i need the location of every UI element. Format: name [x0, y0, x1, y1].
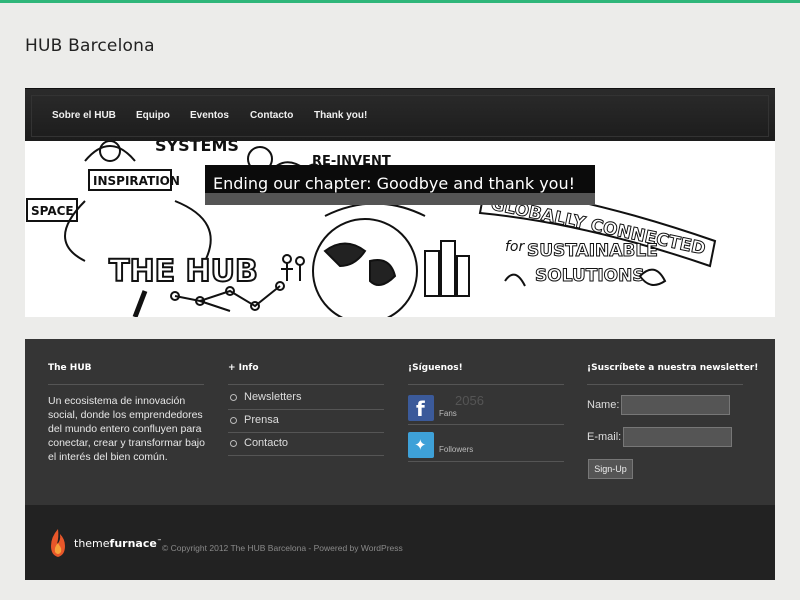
signup-button[interactable]: Sign-Up	[588, 459, 633, 479]
divider	[48, 384, 204, 385]
divider	[408, 384, 564, 385]
sketch-word-the-hub: THE HUB	[109, 254, 258, 289]
nav-item-equipo[interactable]: Equipo	[136, 110, 170, 121]
twitter-row[interactable]: ✦ Followers	[408, 432, 564, 462]
name-label: Name:	[587, 399, 620, 411]
copyright-text: © Copyright 2012 The HUB Barcelona - Pow…	[162, 543, 403, 553]
hero-slider[interactable]: SYSTEMS INSPIRATION RE-INVENT SPACE THE …	[25, 141, 775, 317]
nav-item-sobre-el-hub[interactable]: Sobre el HUB	[52, 110, 116, 121]
top-accent-line	[0, 0, 800, 3]
themefurnace-logo[interactable]: themefurnace™	[74, 537, 162, 550]
name-input[interactable]	[621, 395, 730, 415]
footer-widgets: The HUB Un ecosistema de innovación soci…	[25, 339, 775, 505]
bullet-circle-icon	[230, 440, 237, 447]
bullet-circle-icon	[230, 394, 237, 401]
nav-item-thank-you[interactable]: Thank you!	[314, 110, 367, 121]
link-prensa[interactable]: Prensa	[244, 414, 279, 426]
newsletter-title: ¡Suscríbete a nuestra newsletter!	[587, 363, 759, 373]
about-title: The HUB	[48, 363, 92, 373]
facebook-fans-label: Fans	[439, 409, 457, 418]
sketch-word-space: SPACE	[31, 204, 74, 218]
nav-item-contacto[interactable]: Contacto	[250, 110, 293, 121]
sketch-word-for: for	[505, 239, 525, 255]
sketch-word-inspiration: INSPIRATION	[93, 174, 180, 188]
facebook-fans-count: 2056	[455, 393, 484, 408]
link-newsletters[interactable]: Newsletters	[244, 391, 301, 403]
link-contacto[interactable]: Contacto	[244, 437, 288, 449]
hero-bottom-gap	[25, 317, 775, 339]
about-text: Un ecosistema de innovación social, dond…	[48, 395, 205, 463]
twitter-followers-label: Followers	[439, 445, 474, 454]
divider	[228, 384, 384, 385]
main-navigation: Sobre el HUB Equipo Eventos Contacto Tha…	[25, 88, 775, 141]
email-label: E-mail:	[587, 431, 622, 443]
footer-link-newsletters[interactable]: Newsletters	[228, 387, 384, 410]
nav-item-eventos[interactable]: Eventos	[190, 110, 229, 121]
footer-link-prensa[interactable]: Prensa	[228, 410, 384, 433]
sketch-word-sustainable: SUSTAINABLE	[527, 241, 658, 261]
email-input[interactable]	[623, 427, 732, 447]
site-title[interactable]: HUB Barcelona	[25, 36, 155, 56]
hero-caption[interactable]: Ending our chapter: Goodbye and thank yo…	[213, 174, 575, 193]
twitter-icon[interactable]: ✦	[408, 432, 434, 458]
social-title: ¡Síguenos!	[408, 363, 463, 373]
footer-bottom-bar: themefurnace™ © Copyright 2012 The HUB B…	[25, 505, 775, 580]
info-title: + Info	[228, 363, 259, 373]
facebook-row[interactable]: f 2056 Fans	[408, 393, 564, 425]
bullet-circle-icon	[230, 417, 237, 424]
sketch-word-solutions: SOLUTIONS	[535, 266, 645, 286]
facebook-icon[interactable]: f	[408, 395, 434, 421]
sketch-word-systems: SYSTEMS	[155, 141, 239, 155]
themefurnace-flame-icon[interactable]	[47, 527, 69, 559]
footer-link-contacto[interactable]: Contacto	[228, 433, 384, 456]
hero-caption-box[interactable]: Ending our chapter: Goodbye and thank yo…	[205, 165, 595, 205]
divider	[587, 384, 743, 385]
page-container: Sobre el HUB Equipo Eventos Contacto Tha…	[25, 88, 775, 580]
